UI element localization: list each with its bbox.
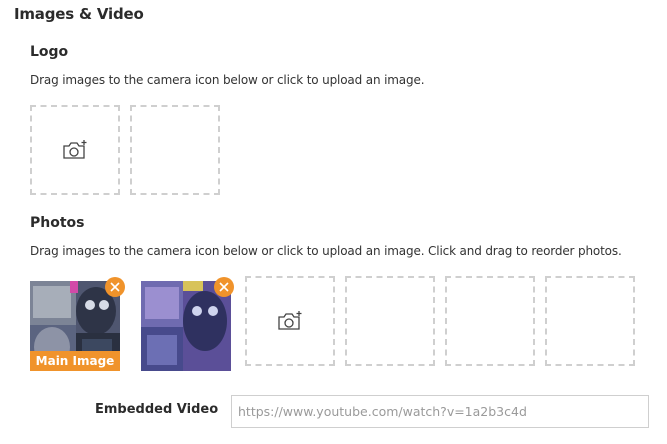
close-icon [110,282,120,292]
embedded-video-label: Embedded Video [95,402,219,417]
camera-plus-icon [62,139,88,161]
section-title: Images & Video [14,5,144,23]
photo-empty-slot-2[interactable] [445,276,535,366]
main-image-badge: Main Image [30,351,120,371]
photos-help-text: Drag images to the camera icon below or … [30,244,622,258]
photos-title: Photos [30,215,85,231]
logo-empty-slot[interactable] [130,105,220,195]
logo-upload-slot[interactable] [30,105,120,195]
photo-1-remove-button[interactable] [105,277,125,297]
photo-upload-slot[interactable] [245,276,335,366]
photo-empty-slot-3[interactable] [545,276,635,366]
embedded-video-input[interactable] [231,395,649,428]
logo-title: Logo [30,44,69,60]
camera-plus-icon [277,310,303,332]
photo-2-remove-button[interactable] [214,277,234,297]
close-icon [219,282,229,292]
logo-help-text: Drag images to the camera icon below or … [30,73,425,87]
photo-empty-slot-1[interactable] [345,276,435,366]
